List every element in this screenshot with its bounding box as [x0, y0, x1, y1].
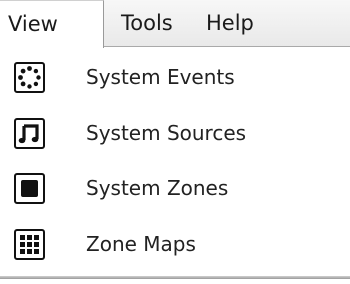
menu-window: View Tools Help System Events System Sou…	[0, 0, 350, 284]
menu-item-system-sources[interactable]: System Sources	[0, 107, 350, 157]
menu-tools[interactable]: Tools	[121, 0, 173, 47]
menu-item-label: System Zones	[86, 176, 229, 200]
menu-item-label: System Events	[86, 65, 235, 89]
menu-bar: View Tools Help	[0, 0, 350, 48]
menu-item-label: Zone Maps	[86, 232, 196, 256]
menu-help[interactable]: Help	[206, 0, 254, 47]
menu-item-label: System Sources	[86, 121, 247, 145]
menu-item-system-events[interactable]: System Events	[0, 51, 350, 101]
menu-bottom-border	[0, 276, 350, 279]
menu-item-system-zones[interactable]: System Zones	[0, 162, 350, 212]
menu-view[interactable]: View	[0, 0, 104, 48]
music-note-icon	[14, 118, 45, 149]
filled-square-icon	[14, 173, 45, 204]
grid-icon	[14, 229, 45, 260]
menu-item-zone-maps[interactable]: Zone Maps	[0, 218, 350, 268]
view-dropdown-menu: System Events System Sources System Zone…	[0, 47, 350, 275]
spinner-icon	[14, 62, 45, 93]
